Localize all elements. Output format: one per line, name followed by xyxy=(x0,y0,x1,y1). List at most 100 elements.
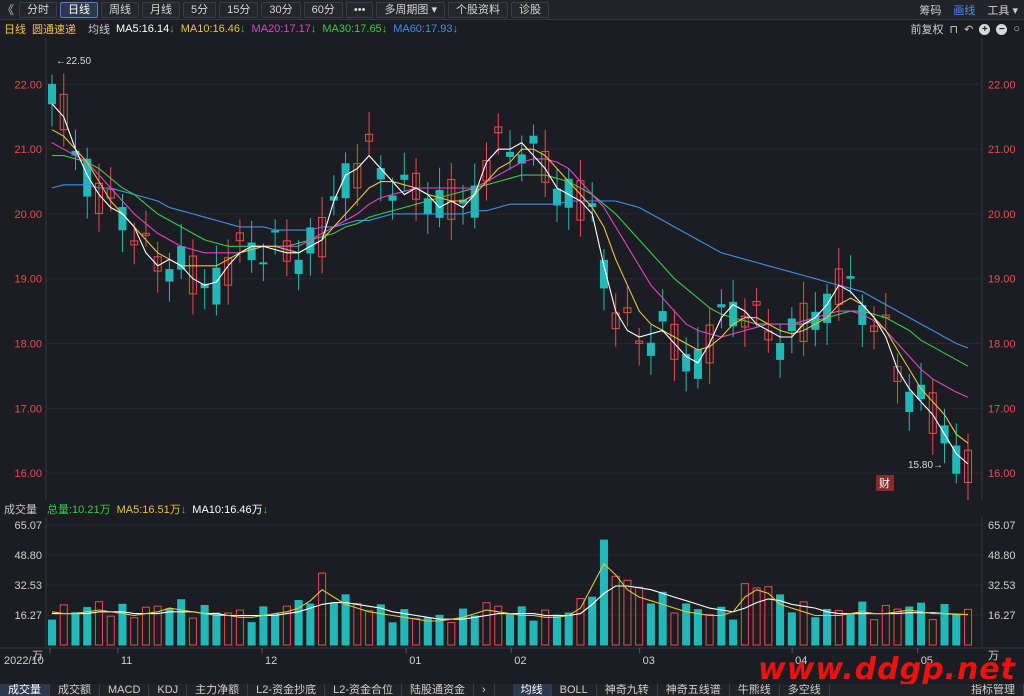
indicator-tab-2[interactable]: MACD xyxy=(100,684,150,696)
period-button-0[interactable]: 分时 xyxy=(19,1,57,18)
ma60-value: MA60:17.93↓ xyxy=(393,23,459,35)
candle-body xyxy=(47,83,57,105)
indicator-tab-8[interactable]: › xyxy=(474,684,495,696)
candle-body xyxy=(905,391,914,413)
zoom-in-icon[interactable]: + xyxy=(979,23,991,35)
indicator-tab-3[interactable]: KDJ xyxy=(149,684,188,696)
period-button-1[interactable]: 日线 xyxy=(60,1,98,18)
indicator-tab-11[interactable]: 神奇九转 xyxy=(597,684,658,696)
undo-icon[interactable]: ↶ xyxy=(964,23,973,36)
date-label: 01 xyxy=(409,655,421,667)
volume-bar xyxy=(752,587,761,646)
volume-bar xyxy=(435,614,444,646)
indicator-tab-9[interactable]: 均线 xyxy=(512,684,552,696)
volume-bar xyxy=(224,612,233,646)
volume-bar xyxy=(670,612,679,646)
price-tick-right: 21.00 xyxy=(988,144,1016,156)
collapse-back-icon[interactable]: 《 xyxy=(0,1,16,18)
period-button-9[interactable]: 多周期图 ▾ xyxy=(376,1,446,18)
date-label: 03 xyxy=(643,655,655,667)
volume-tick-left: 48.80 xyxy=(14,550,42,562)
volume-bar xyxy=(940,603,949,646)
indicator-tab-14[interactable]: 多空线 xyxy=(780,684,830,696)
volume-bar xyxy=(928,619,937,646)
indicator-tab-4[interactable]: 主力净额 xyxy=(187,684,249,696)
period-toolbar: 《 分时 日线 周线 月线 5分 15分 30分 60分 ••• 多周期图 ▾ 个股资料 诊股 筹码画… xyxy=(0,0,1024,20)
price-tick-left: 21.00 xyxy=(14,144,42,156)
period-button-8[interactable]: ••• xyxy=(345,1,374,18)
indicator-tab-1[interactable]: 成交额 xyxy=(50,684,100,696)
finance-badge-text: 财 xyxy=(879,476,890,490)
candle-body xyxy=(329,196,338,201)
avg-label[interactable]: 均线 xyxy=(88,21,110,37)
volume-bar xyxy=(212,612,221,646)
more-icon[interactable]: ○ xyxy=(1013,23,1020,35)
date-label: 2022/10 xyxy=(4,655,44,667)
period-button-2[interactable]: 周线 xyxy=(101,1,139,18)
volume-bar xyxy=(799,601,808,646)
candle-body xyxy=(717,304,726,308)
candle-body xyxy=(294,259,303,274)
volume-tick-right: 48.80 xyxy=(988,550,1016,562)
volume-bar xyxy=(306,603,315,646)
indicator-tab-6[interactable]: L2-资金合位 xyxy=(325,684,402,696)
period-button-10[interactable]: 个股资料 xyxy=(448,1,509,18)
volume-bar xyxy=(165,608,174,646)
ma20-value: MA20:17.17↓ xyxy=(251,23,317,35)
watermark: www.ddgp.net xyxy=(758,652,1016,687)
volume-bar xyxy=(376,604,385,646)
low-price-label: 15.80→ xyxy=(908,460,943,471)
high-price-label: ←22.50 xyxy=(56,56,91,67)
volume-bar xyxy=(388,622,397,646)
tool-button-2[interactable]: 工具 ▾ xyxy=(981,2,1024,18)
indicator-manage-button[interactable]: 指标管理 xyxy=(963,684,1024,696)
period-button-5[interactable]: 15分 xyxy=(219,1,259,18)
candle-body xyxy=(388,195,397,201)
volume-bar xyxy=(858,601,867,646)
zoom-out-icon[interactable]: − xyxy=(996,23,1008,35)
volume-bar xyxy=(470,615,479,646)
indicator-tab-5[interactable]: L2-资金抄底 xyxy=(248,684,326,696)
volume-bar xyxy=(646,603,655,646)
candle-body xyxy=(846,276,855,279)
volume-bar xyxy=(365,610,374,646)
period-button-11[interactable]: 诊股 xyxy=(511,1,550,18)
volume-bar xyxy=(893,608,902,646)
indicator-tab-7[interactable]: 陆股通资金 xyxy=(402,684,474,696)
volume-bar xyxy=(118,603,127,646)
candle-body xyxy=(658,311,667,322)
price-tick-left: 20.00 xyxy=(14,209,42,221)
candle-body xyxy=(529,135,538,144)
restore-mode-button[interactable]: 前复权 xyxy=(911,21,944,37)
candle-body xyxy=(247,242,256,261)
volume-bar xyxy=(247,622,256,646)
period-button-3[interactable]: 月线 xyxy=(142,1,180,18)
indicator-tab-13[interactable]: 牛熊线 xyxy=(730,684,780,696)
volume-bar xyxy=(564,612,573,646)
volume-bar xyxy=(917,602,926,646)
candle-body xyxy=(212,267,221,305)
candle-body xyxy=(646,342,655,356)
volume-bar xyxy=(271,613,280,646)
indicator-tab-12[interactable]: 神奇五线谱 xyxy=(658,684,730,696)
lock-icon[interactable]: ⊓ xyxy=(950,23,959,36)
price-tick-right: 18.00 xyxy=(988,338,1016,350)
volume-bar xyxy=(318,572,327,646)
period-button-6[interactable]: 30分 xyxy=(261,1,301,18)
period-button-7[interactable]: 60分 xyxy=(303,1,343,18)
volume-bar xyxy=(729,619,738,646)
period-button-4[interactable]: 5分 xyxy=(183,1,217,18)
date-label: 02 xyxy=(514,655,526,667)
volume-bar xyxy=(200,604,209,646)
price-tick-right: 20.00 xyxy=(988,209,1016,221)
indicator-tab-0[interactable]: 成交量 xyxy=(0,684,50,696)
tool-button-0[interactable]: 筹码 xyxy=(913,2,947,18)
candlestick-chart[interactable]: 22.00 22.00 21.00 21.00 20.00 20.00 19.00 19.00… xyxy=(0,38,1024,500)
volume-bar xyxy=(740,583,749,646)
volume-bar xyxy=(505,613,515,646)
ma10-value: MA10:16.46↓ xyxy=(180,23,246,35)
indicator-tab-10[interactable]: BOLL xyxy=(552,684,597,696)
volume-bar xyxy=(787,612,796,646)
volume-bar xyxy=(705,613,714,646)
tool-button-1[interactable]: 画线 xyxy=(947,2,981,18)
